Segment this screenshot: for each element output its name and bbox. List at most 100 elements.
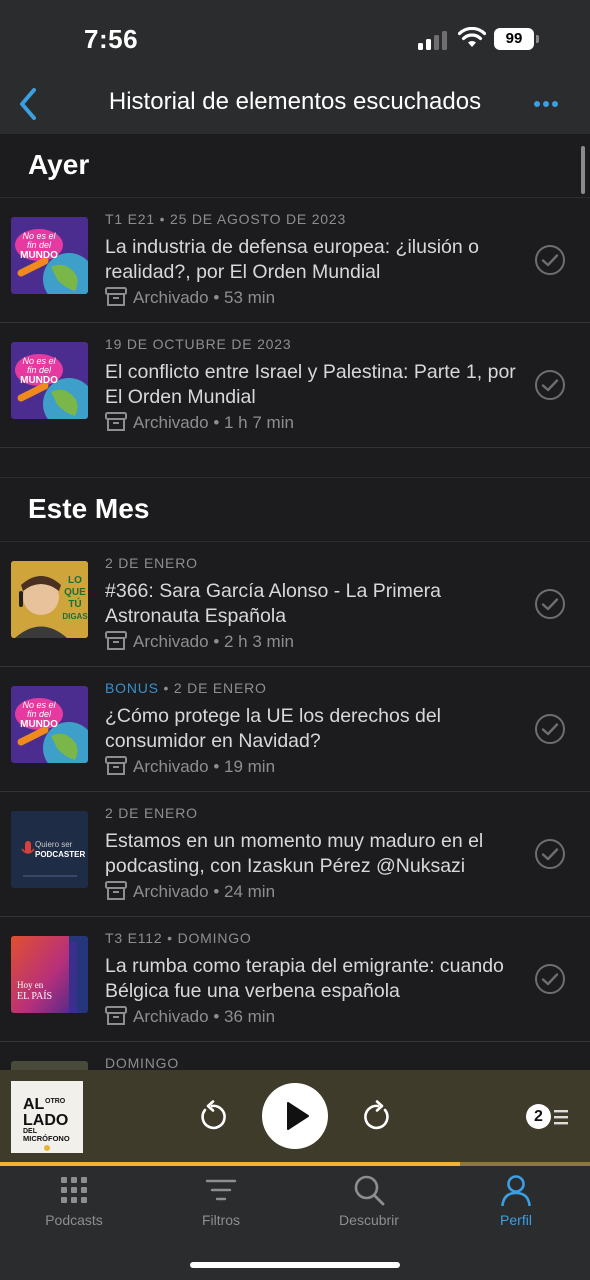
episode-artwork: No es el fin del MUNDO bbox=[11, 342, 88, 419]
played-check-icon[interactable] bbox=[534, 588, 566, 620]
queue-list-icon bbox=[554, 1110, 568, 1125]
now-playing-artwork[interactable]: AL OTRO LADO DEL MICRÓFONO bbox=[11, 1081, 83, 1153]
episode-status-text: Archivado • 2 h 3 min bbox=[133, 632, 294, 651]
art-text: PODCASTER bbox=[35, 850, 85, 859]
nav-header: Historial de elementos escuchados bbox=[0, 74, 590, 134]
art-text: Quiero ser bbox=[35, 840, 73, 849]
episode-meta: 2 DE ENERO bbox=[105, 555, 198, 571]
episode-meta: BONUS • 2 DE ENERO bbox=[105, 680, 267, 696]
art-text: fin del bbox=[27, 240, 52, 250]
episode-title: La rumba como terapia del emigrante: cua… bbox=[105, 955, 504, 1002]
played-check-icon[interactable] bbox=[534, 963, 566, 995]
episode-status: Archivado • 53 min bbox=[105, 287, 275, 308]
svg-text:LO: LO bbox=[68, 575, 82, 586]
scrollbar[interactable] bbox=[581, 146, 585, 194]
episode-status: Archivado • 19 min bbox=[105, 756, 275, 777]
profile-icon bbox=[501, 1175, 531, 1206]
page-title: Historial de elementos escuchados bbox=[108, 88, 482, 115]
played-check-icon[interactable] bbox=[534, 838, 566, 870]
tab-perfil[interactable]: Perfil bbox=[442, 1174, 590, 1244]
episode-title: El conflicto entre Israel y Palestina: P… bbox=[105, 361, 516, 408]
wifi-icon bbox=[458, 27, 486, 47]
art-text: MICRÓFONO bbox=[23, 1134, 70, 1143]
play-button[interactable] bbox=[262, 1083, 328, 1149]
tab-podcasts[interactable]: Podcasts bbox=[0, 1174, 148, 1244]
episode-meta: T3 E112 • DOMINGO bbox=[105, 930, 252, 946]
mini-player[interactable]: AL OTRO LADO DEL MICRÓFONO 2 bbox=[0, 1070, 590, 1162]
episode-artwork: Quiero ser PODCASTER bbox=[11, 811, 88, 888]
archive-icon bbox=[105, 287, 127, 306]
archive-icon bbox=[105, 631, 127, 650]
episode-title: Estamos en un momento muy maduro en el p… bbox=[105, 830, 484, 877]
played-check-icon[interactable] bbox=[534, 713, 566, 745]
episode-meta-date: • 2 DE ENERO bbox=[158, 680, 267, 696]
episode-status: Archivado • 2 h 3 min bbox=[105, 631, 294, 652]
episode-artwork bbox=[11, 1061, 88, 1070]
tab-label: Perfil bbox=[500, 1212, 532, 1228]
section-header-este-mes: Este Mes bbox=[0, 478, 590, 542]
tab-filtros[interactable]: Filtros bbox=[147, 1174, 295, 1244]
archive-icon bbox=[105, 1006, 127, 1025]
battery-level: 99 bbox=[494, 28, 534, 50]
up-next-button[interactable]: 2 bbox=[526, 1104, 572, 1130]
cellular-signal-icon bbox=[418, 30, 450, 50]
episode-status: Archivado • 36 min bbox=[105, 1006, 275, 1027]
art-text: fin del bbox=[27, 365, 52, 375]
status-bar: 7:56 99 bbox=[0, 0, 590, 74]
svg-text:TÚ: TÚ bbox=[68, 597, 81, 610]
episode-row[interactable]: Hoy en EL PAÍS T3 E112 • DOMINGO La rumb… bbox=[0, 917, 590, 1042]
tab-descubrir[interactable]: Descubrir bbox=[295, 1174, 443, 1244]
played-check-icon[interactable] bbox=[534, 244, 566, 276]
art-text: Hoy en bbox=[17, 980, 44, 990]
played-check-icon[interactable] bbox=[534, 369, 566, 401]
history-list[interactable]: Ayer No es el fin del MUNDO T1 E21 • 25 … bbox=[0, 134, 590, 1070]
section-header-ayer: Ayer bbox=[0, 134, 590, 198]
episode-status-text: Archivado • 19 min bbox=[133, 757, 276, 776]
episode-status: Archivado • 1 h 7 min bbox=[105, 412, 294, 433]
episode-row[interactable]: LO QUE TÚ DIGAS 2 DE ENERO #366: Sara Ga… bbox=[0, 542, 590, 667]
episode-status-text: Archivado • 1 h 7 min bbox=[133, 413, 294, 432]
skip-back-button[interactable] bbox=[196, 1100, 228, 1132]
art-text: MUNDO bbox=[20, 250, 58, 261]
archive-icon bbox=[105, 412, 127, 431]
home-indicator[interactable] bbox=[190, 1262, 400, 1268]
art-text: OTRO bbox=[45, 1098, 66, 1105]
skip-forward-button[interactable] bbox=[362, 1100, 394, 1132]
art-text: fin del bbox=[27, 709, 52, 719]
battery-icon: 99 bbox=[494, 28, 540, 50]
episode-artwork: No es el fin del MUNDO bbox=[11, 217, 88, 294]
episode-meta: 2 DE ENERO bbox=[105, 805, 198, 821]
tab-label: Podcasts bbox=[45, 1212, 103, 1228]
section-divider bbox=[0, 448, 590, 478]
more-options-button[interactable] bbox=[530, 92, 562, 116]
archive-icon bbox=[105, 881, 127, 900]
episode-row[interactable]: Quiero ser PODCASTER 2 DE ENERO Estamos … bbox=[0, 792, 590, 917]
art-text: MUNDO bbox=[20, 719, 58, 730]
art-text: LADO bbox=[23, 1112, 68, 1129]
tab-bar: Podcasts Filtros Descubrir Perfil bbox=[0, 1166, 590, 1280]
tab-label: Filtros bbox=[201, 1212, 241, 1228]
art-text: MUNDO bbox=[20, 375, 58, 386]
episode-title: #366: Sara García Alonso - La Primera As… bbox=[105, 580, 442, 627]
episode-artwork: Hoy en EL PAÍS bbox=[11, 936, 88, 1013]
episode-title: ¿Cómo protege la UE los derechos del con… bbox=[105, 705, 442, 752]
art-text: AL bbox=[23, 1096, 45, 1113]
episode-artwork: LO QUE TÚ DIGAS bbox=[11, 561, 88, 638]
episode-status: Archivado • 24 min bbox=[105, 881, 275, 902]
episode-meta: T1 E21 • 25 DE AGOSTO DE 2023 bbox=[105, 211, 347, 227]
grid-icon bbox=[61, 1177, 87, 1203]
episode-row[interactable]: No es el fin del MUNDO T1 E21 • 25 DE AG… bbox=[0, 198, 590, 323]
episode-row[interactable]: No es el fin del MUNDO BONUS • 2 DE ENER… bbox=[0, 667, 590, 792]
art-text: EL PAÍS bbox=[17, 990, 52, 1002]
status-time: 7:56 bbox=[84, 24, 139, 54]
tab-label: Descubrir bbox=[339, 1212, 399, 1228]
episode-status-text: Archivado • 24 min bbox=[133, 882, 276, 901]
episode-row[interactable]: DOMINGO bbox=[0, 1042, 590, 1070]
bonus-badge: BONUS bbox=[105, 680, 159, 696]
search-icon bbox=[354, 1175, 385, 1206]
filter-icon bbox=[205, 1179, 237, 1201]
episode-meta: DOMINGO bbox=[105, 1055, 180, 1070]
episode-row[interactable]: No es el fin del MUNDO 19 DE OCTUBRE DE … bbox=[0, 323, 590, 448]
episode-status-text: Archivado • 36 min bbox=[133, 1007, 276, 1026]
svg-text:DIGAS: DIGAS bbox=[62, 612, 88, 621]
